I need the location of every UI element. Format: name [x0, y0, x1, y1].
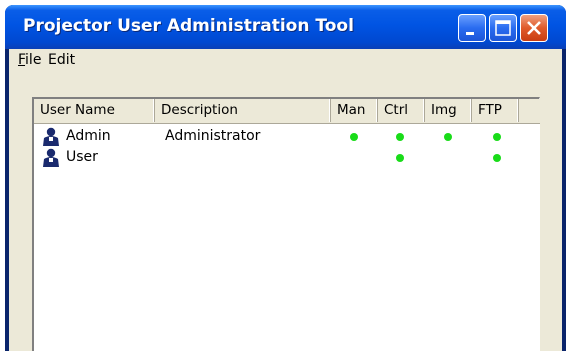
menu-bar: File Edit: [9, 49, 562, 71]
img-permission-dot: [444, 133, 452, 141]
client-area: File Edit User Name Description Man Ctrl…: [9, 49, 562, 351]
ctrl-permission-dot: [396, 154, 404, 162]
maximize-icon: [495, 20, 511, 36]
minimize-icon: [466, 32, 474, 35]
column-header-ctrl[interactable]: Ctrl: [378, 99, 425, 122]
man-permission-dot: [350, 133, 358, 141]
close-icon: [527, 21, 541, 35]
list-header: User Name Description Man Ctrl Img FTP: [34, 99, 540, 124]
column-header-man[interactable]: Man: [331, 99, 378, 122]
menu-file-mnemonic: F: [18, 52, 26, 68]
user-icon: [43, 148, 59, 167]
user-name: User: [66, 149, 98, 165]
column-header-img[interactable]: Img: [425, 99, 472, 122]
user-icon: [43, 127, 59, 146]
menu-edit[interactable]: Edit: [48, 52, 75, 68]
window-title: Projector User Administration Tool: [23, 16, 354, 36]
list-item-user[interactable]: User: [34, 148, 540, 169]
list-item-admin[interactable]: Admin Administrator: [34, 127, 540, 148]
ctrl-permission-dot: [396, 133, 404, 141]
maximize-button[interactable]: [489, 14, 517, 42]
column-header-filler: [519, 99, 540, 122]
column-header-ftp[interactable]: FTP: [472, 99, 519, 122]
ftp-permission-dot: [493, 133, 501, 141]
menu-file[interactable]: File: [18, 52, 41, 68]
ftp-permission-dot: [493, 154, 501, 162]
title-bar[interactable]: Projector User Administration Tool: [5, 5, 566, 49]
column-header-user-name[interactable]: User Name: [34, 99, 155, 122]
app-window: Projector User Administration Tool File …: [5, 5, 566, 351]
column-header-description[interactable]: Description: [155, 99, 331, 122]
user-list[interactable]: User Name Description Man Ctrl Img FTP A…: [32, 97, 540, 351]
minimize-button[interactable]: [458, 14, 486, 42]
close-button[interactable]: [520, 14, 548, 42]
user-name: Admin: [66, 128, 111, 144]
user-description: Administrator: [165, 128, 261, 144]
menu-file-label: ile: [25, 52, 42, 68]
